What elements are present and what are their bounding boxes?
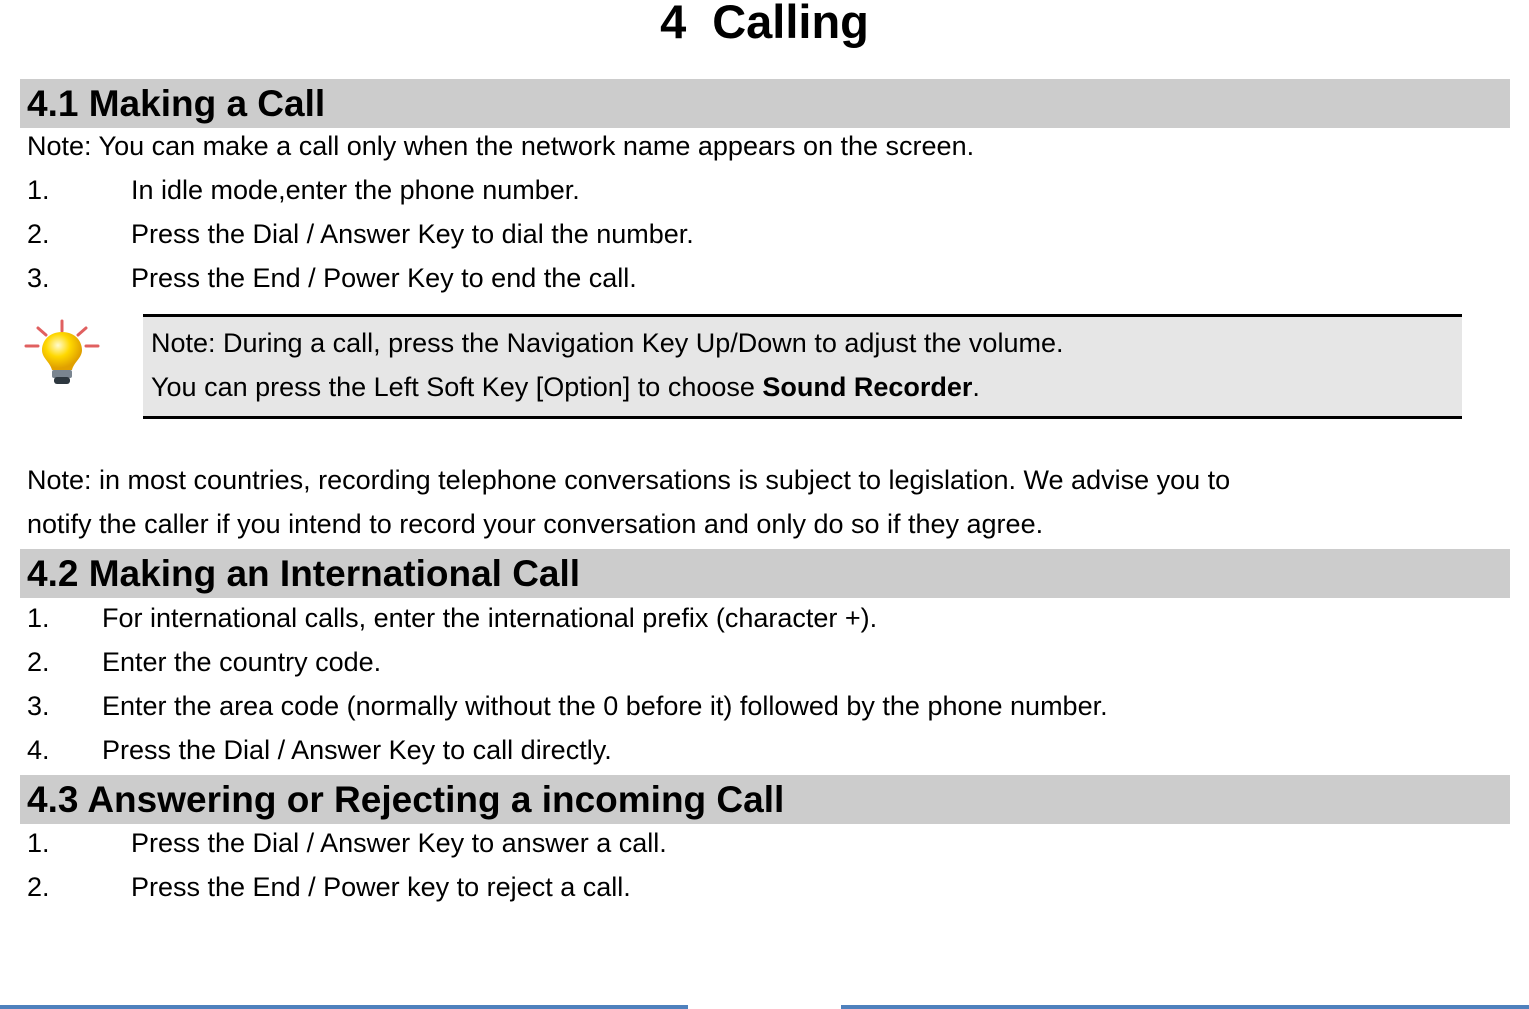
tip-line-recorder: You can press the Left Soft Key [Option]… — [151, 371, 980, 403]
list-number: 1. — [27, 828, 50, 858]
list-text: Press the Dial / Answer Key to answer a … — [131, 828, 667, 858]
list-text: Press the Dial / Answer Key to dial the … — [131, 219, 694, 249]
network-note: Note: You can make a call only when the … — [27, 131, 975, 161]
chapter-number: 4 — [660, 0, 687, 48]
section-heading-4-1: 4.1 Making a Call — [20, 79, 1510, 128]
legal-note-line-2: notify the caller if you intend to recor… — [27, 509, 1044, 539]
list-text: In idle mode,enter the phone number. — [131, 175, 580, 205]
section-heading-4-3: 4.3 Answering or Rejecting a incoming Ca… — [20, 775, 1510, 824]
list-number: 3. — [27, 263, 50, 293]
tip-line-volume: Note: During a call, press the Navigatio… — [151, 328, 1064, 358]
list-number: 2. — [27, 647, 50, 677]
list-text: Press the Dial / Answer Key to call dire… — [102, 735, 612, 765]
legal-note-line-1: Note: in most countries, recording telep… — [27, 465, 1231, 495]
tip-box: Note: During a call, press the Navigatio… — [143, 314, 1462, 419]
section-heading-4-2: 4.2 Making an International Call — [20, 549, 1510, 598]
list-text: Press the End / Power key to reject a ca… — [131, 872, 631, 902]
tip-line-prefix: You can press the Left Soft Key [Option]… — [151, 372, 763, 402]
list-number: 1. — [27, 175, 50, 205]
section-heading-text: 4.2 Making an International Call — [27, 553, 581, 594]
list-number: 2. — [27, 872, 50, 902]
list-text: For international calls, enter the inter… — [102, 603, 878, 633]
tip-sound-recorder: Sound Recorder — [762, 372, 973, 402]
section-heading-text: 4.3 Answering or Rejecting a incoming Ca… — [27, 779, 785, 820]
footer-rule-right — [841, 1005, 1529, 1009]
chapter-title-text: Calling — [712, 0, 869, 48]
footer-rule-left — [0, 1005, 688, 1009]
list-number: 3. — [27, 691, 50, 721]
list-text: Press the End / Power Key to end the cal… — [131, 263, 637, 293]
list-number: 1. — [27, 603, 50, 633]
list-number: 2. — [27, 219, 50, 249]
chapter-title: 4 Calling — [0, 0, 1529, 50]
list-number: 4. — [27, 735, 50, 765]
tip-line-suffix: . — [972, 372, 980, 402]
list-text: Enter the area code (normally without th… — [102, 691, 1108, 721]
list-text: Enter the country code. — [102, 647, 382, 677]
lightbulb-icon — [24, 319, 100, 384]
section-heading-text: 4.1 Making a Call — [27, 83, 326, 124]
